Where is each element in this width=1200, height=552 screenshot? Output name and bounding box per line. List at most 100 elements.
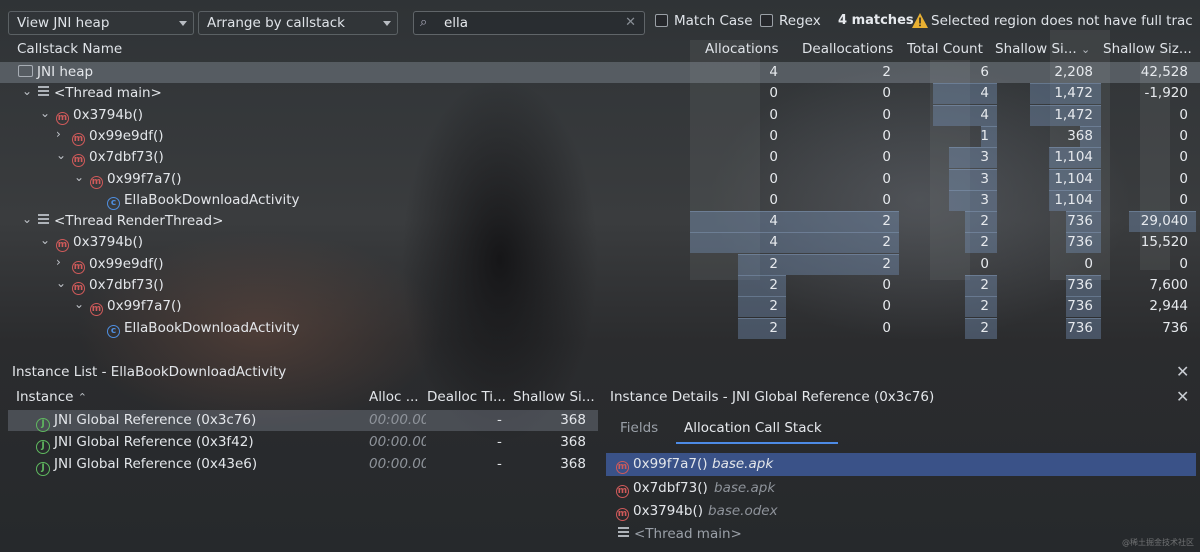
- chevron-down-icon[interactable]: ⌄: [56, 148, 66, 162]
- chevron-right-icon[interactable]: ›: [56, 127, 61, 141]
- column-header-deallocations[interactable]: Deallocations: [802, 41, 893, 57]
- heap-select[interactable]: View JNI heap: [8, 11, 194, 35]
- column-header-shallow-size[interactable]: Shallow Si...: [513, 389, 595, 405]
- frame-label: <Thread main>: [618, 526, 742, 542]
- column-header-total-count[interactable]: Total Count: [907, 41, 983, 57]
- cell-value: 0: [769, 106, 778, 123]
- callstack-name-text: JNI heap: [37, 64, 94, 80]
- call-stack-frame[interactable]: m 0x7dbf73() base.apk: [606, 477, 1196, 500]
- callstack-name: JNI heap: [18, 64, 93, 80]
- callstack-row[interactable]: ⌄ <Thread RenderThread> 4 2 2 736 29,040: [0, 211, 1200, 233]
- callstack-name: m 0x3794b(): [56, 107, 143, 125]
- global-reference-icon: J: [36, 462, 50, 476]
- thread-icon: [38, 214, 49, 226]
- call-stack-frame[interactable]: m 0x3794b() base.odex: [606, 500, 1196, 523]
- instance-name-text: JNI Global Reference (0x3c76): [54, 412, 257, 428]
- instance-list-pane: Instance List - EllaBookDownloadActivity…: [0, 362, 600, 552]
- frame-label: m 0x7dbf73(): [616, 480, 708, 498]
- column-header-shallow-size-sorted[interactable]: Shallow Si... ⌄: [995, 41, 1090, 57]
- column-header-shallow-size[interactable]: Shallow Siz...: [1103, 41, 1192, 57]
- dealloc-time: -: [497, 456, 502, 472]
- callstack-row[interactable]: ⌄ m 0x3794b() 4 2 2 736 15,520: [0, 232, 1200, 254]
- cell-value: 2: [882, 64, 891, 80]
- match-case-checkbox[interactable]: [655, 14, 668, 27]
- chevron-down-icon[interactable]: ⌄: [56, 276, 66, 290]
- class-icon: c: [107, 196, 120, 210]
- callstack-row[interactable]: › m 0x99e9df() 0 0 1 368 0: [0, 125, 1200, 147]
- callstack-row[interactable]: JNI heap 4 2 6 2,208 42,528: [0, 62, 1200, 83]
- chevron-down-icon[interactable]: ⌄: [40, 233, 50, 247]
- cell-value: 2: [980, 213, 989, 230]
- callstack-name-text: <Thread main>: [54, 85, 162, 102]
- cell-total-count: 2: [899, 296, 997, 318]
- callstack-name-text: EllaBookDownloadActivity: [124, 191, 300, 208]
- regex-label[interactable]: Regex: [779, 13, 821, 29]
- cell-shallow: 736: [997, 232, 1101, 254]
- callstack-row[interactable]: ⌄ m 0x7dbf73() 2 0 2 736 7,600: [0, 275, 1200, 296]
- cell-deallocations: 2: [786, 253, 899, 275]
- chevron-right-icon[interactable]: ›: [56, 255, 61, 269]
- cell-allocations: 4: [690, 211, 786, 233]
- cell-value: 0: [882, 170, 891, 187]
- chevron-down-icon[interactable]: ⌄: [22, 84, 32, 98]
- instance-row[interactable]: J JNI Global Reference (0x3c76) 00:00.000…: [8, 410, 598, 432]
- column-header-instance[interactable]: Instance ⌃: [16, 389, 87, 405]
- callstack-name-text: 0x3794b(): [73, 106, 144, 123]
- value-bar: [738, 317, 786, 339]
- clear-icon[interactable]: ✕: [625, 15, 636, 30]
- cell-shallow2: 15,520: [1101, 232, 1196, 253]
- chevron-down-icon[interactable]: ⌄: [74, 170, 84, 184]
- match-case-label[interactable]: Match Case: [674, 13, 753, 29]
- column-header-callstack-name[interactable]: Callstack Name: [17, 41, 122, 57]
- cell-value: 0: [1084, 255, 1093, 272]
- callstack-row[interactable]: ⌄ <Thread main> 0 0 4 1,472 -1,920: [0, 83, 1200, 105]
- callstack-row[interactable]: › m 0x99e9df() 2 2 0 0 0: [0, 253, 1200, 275]
- global-reference-icon: J: [36, 418, 50, 432]
- chevron-down-icon[interactable]: ⌄: [74, 297, 84, 311]
- chevron-down-icon[interactable]: ⌄: [22, 212, 32, 226]
- cell-value: 3: [980, 170, 989, 187]
- watermark: @稀土掘金技术社区: [1122, 538, 1194, 547]
- call-stack-frame[interactable]: <Thread main>: [606, 523, 1196, 546]
- tab-fields[interactable]: Fields: [620, 420, 658, 436]
- callstack-row[interactable]: c EllaBookDownloadActivity 0 0 3 1,104 0: [0, 189, 1200, 211]
- instance-name: J JNI Global Reference (0x43e6): [36, 456, 257, 476]
- close-details-icon[interactable]: ✕: [1176, 387, 1189, 406]
- callstack-name: m 0x7dbf73(): [72, 149, 164, 168]
- callstack-row[interactable]: ⌄ m 0x7dbf73() 0 0 3 1,104 0: [0, 147, 1200, 169]
- search-input[interactable]: ⌕ ella ✕: [413, 11, 645, 35]
- heap-select-value: View JNI heap: [17, 15, 110, 31]
- cell-value: 0: [769, 170, 778, 187]
- callstack-row[interactable]: c EllaBookDownloadActivity 2 0 2 736 736: [0, 317, 1200, 339]
- call-stack-frame[interactable]: m 0x99f7a7() base.apk: [606, 453, 1196, 476]
- cell-value: 2,208: [1054, 64, 1093, 80]
- method-icon: m: [90, 175, 103, 189]
- cell-value: 0: [882, 127, 891, 144]
- cell-value: 2: [882, 213, 891, 230]
- callstack-row[interactable]: ⌄ m 0x3794b() 0 0 4 1,472 0: [0, 104, 1200, 126]
- tab-allocation-call-stack[interactable]: Allocation Call Stack: [684, 420, 822, 436]
- regex-checkbox[interactable]: [760, 14, 773, 27]
- column-header-dealloc-time[interactable]: Dealloc Ti...: [427, 389, 506, 405]
- callstack-name: c EllaBookDownloadActivity: [107, 192, 300, 210]
- callstack-name: m 0x99e9df(): [72, 256, 164, 274]
- method-icon: m: [56, 111, 69, 125]
- callstack-row[interactable]: ⌄ m 0x99f7a7() 0 0 3 1,104 0: [0, 168, 1200, 190]
- instance-row[interactable]: J JNI Global Reference (0x43e6) 00:00.000…: [8, 454, 598, 476]
- callstack-row[interactable]: ⌄ m 0x99f7a7() 2 0 2 736 2,944: [0, 296, 1200, 318]
- cell-value: 42,528: [1140, 64, 1188, 80]
- arrange-select[interactable]: Arrange by callstack: [198, 11, 398, 35]
- cell-shallow: 736: [997, 275, 1101, 296]
- cell-value: 4: [980, 106, 989, 123]
- cell-shallow: 1,104: [997, 147, 1101, 169]
- cell-allocations: 0: [690, 105, 786, 126]
- cell-value: 736: [1067, 234, 1093, 251]
- column-header-allocations[interactable]: Allocations: [705, 41, 779, 57]
- cell-total-count: 0: [899, 254, 997, 275]
- chevron-down-icon[interactable]: ⌄: [40, 106, 50, 120]
- instance-row[interactable]: J JNI Global Reference (0x3f42) 00:00.000…: [8, 432, 598, 454]
- cell-total-count: 2: [899, 211, 997, 233]
- close-icon[interactable]: ✕: [1176, 362, 1189, 381]
- column-header-alloc-time[interactable]: Alloc ...: [369, 389, 419, 405]
- frame-name: <Thread main>: [634, 526, 742, 542]
